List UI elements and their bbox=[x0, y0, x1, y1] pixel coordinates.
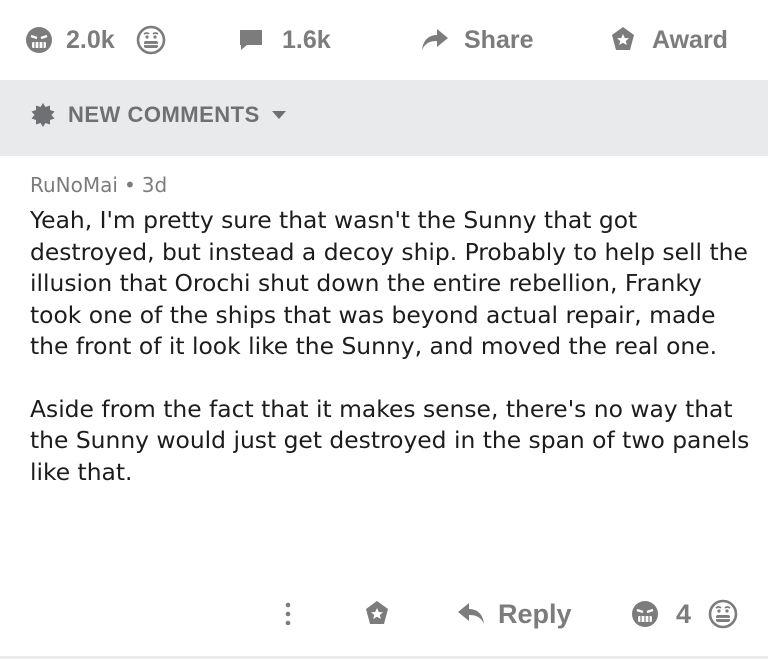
gear-burst-icon bbox=[30, 102, 56, 128]
share-arrow-icon bbox=[420, 27, 450, 53]
comment-meta: RuNoMai • 3d bbox=[30, 170, 750, 200]
upvote-button[interactable] bbox=[24, 20, 54, 60]
comment-award-button[interactable] bbox=[362, 594, 392, 634]
comment-upvote-button[interactable] bbox=[630, 594, 660, 634]
share-label: Share bbox=[464, 25, 534, 54]
more-vertical-icon bbox=[280, 600, 296, 628]
new-comments-banner[interactable]: NEW COMMENTS bbox=[0, 80, 768, 156]
angry-face-upvote-icon bbox=[630, 599, 660, 629]
scared-face-downvote-icon bbox=[136, 25, 166, 55]
award-star-icon bbox=[608, 25, 638, 55]
comment-vote-count: 4 bbox=[676, 598, 692, 629]
award-star-icon bbox=[362, 599, 392, 629]
comment-author[interactable]: RuNoMai bbox=[30, 173, 118, 197]
award-button[interactable]: Award bbox=[608, 20, 728, 60]
comment: RuNoMai • 3d Yeah, I'm pretty sure that … bbox=[30, 170, 750, 519]
new-comments-label: NEW COMMENTS bbox=[68, 102, 260, 127]
post-action-bar: 2.0k 1.6k Share Award bbox=[0, 0, 768, 80]
comment-downvote-button[interactable] bbox=[708, 594, 738, 634]
comment-action-bar: Reply 4 bbox=[0, 594, 768, 634]
reply-label: Reply bbox=[498, 598, 572, 629]
new-comments-toggle[interactable]: NEW COMMENTS bbox=[30, 102, 286, 128]
vote-count: 2.0k bbox=[66, 25, 115, 54]
angry-face-upvote-icon bbox=[24, 25, 54, 55]
reply-button[interactable]: Reply bbox=[456, 594, 572, 634]
comment-paragraph: Aside from the fact that it makes sense,… bbox=[30, 394, 750, 486]
comment-body: Yeah, I'm pretty sure that wasn't the Su… bbox=[30, 205, 750, 488]
share-button[interactable]: Share bbox=[420, 20, 533, 60]
downvote-button[interactable] bbox=[136, 20, 166, 60]
award-label: Award bbox=[652, 25, 728, 54]
comment-age: 3d bbox=[141, 173, 168, 197]
reply-arrow-icon bbox=[456, 601, 486, 627]
comments-button[interactable]: 1.6k bbox=[238, 20, 331, 60]
comments-count: 1.6k bbox=[282, 25, 331, 54]
more-options-button[interactable] bbox=[280, 594, 296, 634]
caret-down-icon bbox=[271, 111, 286, 119]
comment-bubble-icon bbox=[238, 27, 264, 53]
meta-separator: • bbox=[123, 173, 136, 197]
scared-face-downvote-icon bbox=[708, 599, 738, 629]
comment-paragraph: Yeah, I'm pretty sure that wasn't the Su… bbox=[30, 206, 748, 360]
